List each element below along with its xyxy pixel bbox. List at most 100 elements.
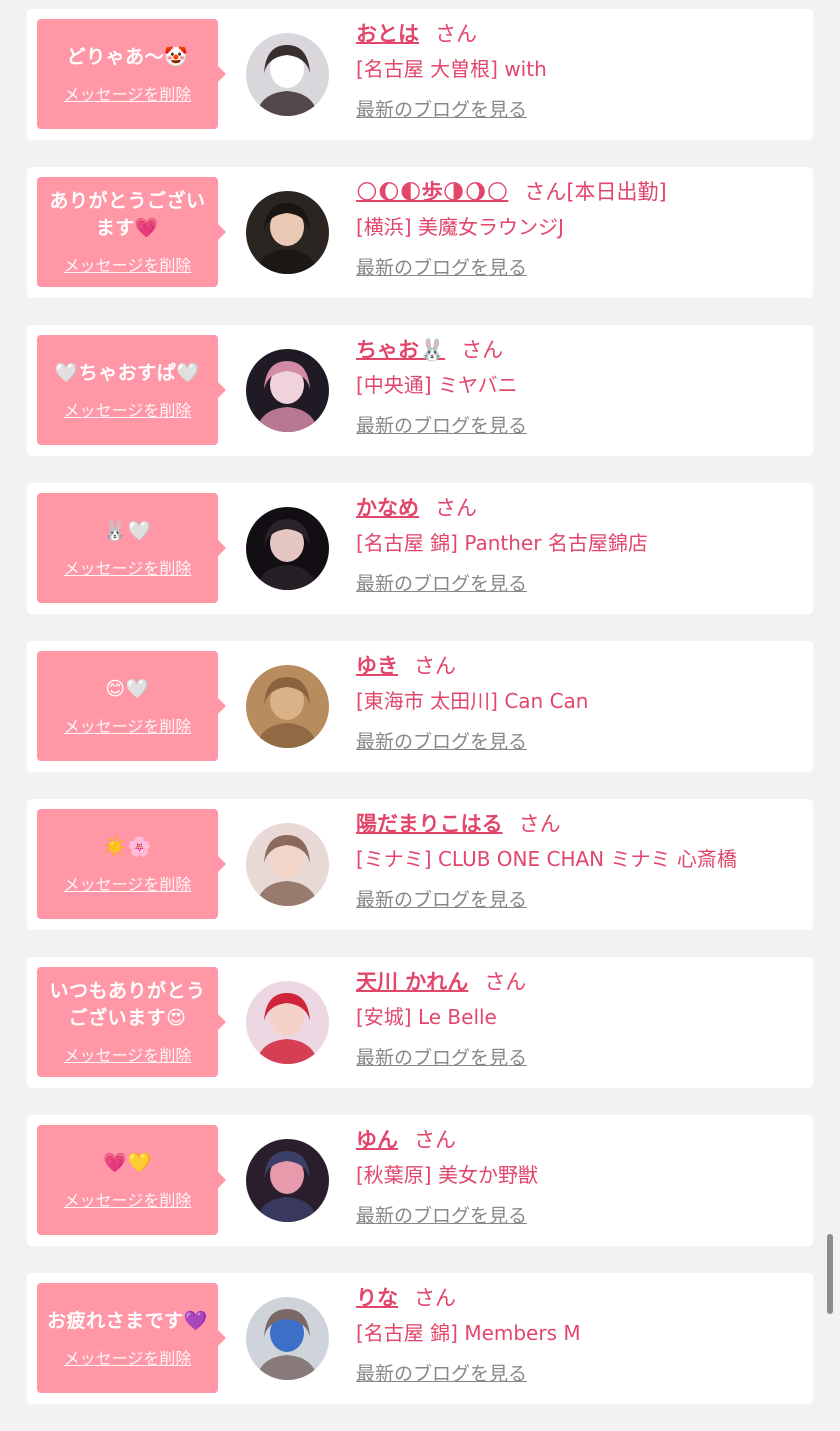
message-text: どりゃあ〜🤡	[66, 45, 189, 68]
shop-name: [安城] Le Belle	[356, 1005, 497, 1029]
shop-name: [ミナミ] CLUB ONE CHAN ミナミ 心斎橋	[356, 847, 737, 871]
avatar[interactable]	[246, 823, 329, 906]
delete-message-link[interactable]: メッセージを削除	[64, 713, 192, 737]
avatar-photo-icon	[246, 1297, 329, 1380]
scrollbar[interactable]	[827, 1234, 833, 1314]
sender-line: 陽だまりこはる さん	[356, 809, 803, 839]
message-card: ☀️🌸 メッセージを削除 陽だまりこはる さん [ミナミ] CLUB ONE CHAN …	[27, 799, 813, 930]
avatar-photo-icon	[246, 823, 329, 906]
avatar-photo-icon	[246, 33, 329, 116]
honorific: さん	[484, 970, 527, 994]
message-info: おとは さん [名古屋 大曽根] with 最新のブログを見る	[356, 19, 803, 123]
latest-blog-link[interactable]: 最新のブログを見る	[356, 887, 527, 913]
message-text: 💗💛	[103, 1151, 152, 1174]
latest-blog-link[interactable]: 最新のブログを見る	[356, 1361, 527, 1387]
message-info: ゆき さん [東海市 太田川] Can Can 最新のブログを見る	[356, 651, 803, 755]
message-card: 💗💛 メッセージを削除 ゆん さん [秋葉原] 美女か野獣 最新のブログを見る	[27, 1115, 813, 1246]
sender-name-link[interactable]: 🌕🌔🌓歩🌗🌖🌕	[356, 180, 508, 204]
shop-name: [秋葉原] 美女か野獣	[356, 1163, 538, 1187]
avatar-photo-icon	[246, 349, 329, 432]
message-text: 🐰🤍	[103, 519, 152, 542]
honorific: さん	[435, 496, 477, 520]
latest-blog-link[interactable]: 最新のブログを見る	[356, 1045, 527, 1071]
avatar[interactable]	[246, 981, 329, 1064]
sender-name-link[interactable]: りな	[356, 1286, 398, 1310]
honorific: さん	[414, 654, 456, 678]
latest-blog-link[interactable]: 最新のブログを見る	[356, 571, 527, 597]
latest-blog-link[interactable]: 最新のブログを見る	[356, 97, 527, 123]
shop-name: [名古屋 大曽根] with	[356, 57, 547, 81]
message-info: 天川 かれん さん [安城] Le Belle 最新のブログを見る	[356, 967, 803, 1071]
sender-name-link[interactable]: ゆん	[356, 1128, 398, 1152]
avatar-photo-icon	[246, 665, 329, 748]
sender-line: りな さん	[356, 1283, 803, 1313]
message-info: かなめ さん [名古屋 錦] Panther 名古屋錦店 最新のブログを見る	[356, 493, 803, 597]
honorific: さん	[518, 812, 561, 836]
sender-name-link[interactable]: ちゃお🐰	[356, 338, 445, 362]
delete-message-link[interactable]: メッセージを削除	[64, 1042, 192, 1066]
message-card: 🤍ちゃおすぱ🤍 メッセージを削除 ちゃお🐰 さん [中央通] ミヤバニ 最新のブログを見る	[27, 325, 813, 456]
sender-name-link[interactable]: かなめ	[356, 496, 419, 520]
message-card: 🐰🤍 メッセージを削除 かなめ さん [名古屋 錦] Panther 名古屋錦店 最新のブ…	[27, 483, 813, 614]
avatar[interactable]	[246, 1139, 329, 1222]
sender-line: ゆん さん	[356, 1125, 803, 1155]
shop-name: [東海市 太田川] Can Can	[356, 689, 589, 713]
delete-message-link[interactable]: メッセージを削除	[64, 555, 192, 579]
avatar[interactable]	[246, 191, 329, 274]
avatar[interactable]	[246, 33, 329, 116]
message-bubble: 🐰🤍 メッセージを削除	[37, 493, 226, 603]
message-text: ☀️🌸	[103, 835, 152, 858]
message-card: どりゃあ〜🤡 メッセージを削除 おとは さん [名古屋 大曽根] with 最新のブログを…	[27, 9, 813, 140]
message-text: 😊🤍	[105, 677, 150, 700]
avatar-photo-icon	[246, 507, 329, 590]
avatar[interactable]	[246, 665, 329, 748]
message-bubble: 💗💛 メッセージを削除	[37, 1125, 226, 1235]
latest-blog-link[interactable]: 最新のブログを見る	[356, 413, 527, 439]
message-bubble: ☀️🌸 メッセージを削除	[37, 809, 226, 919]
message-info: 🌕🌔🌓歩🌗🌖🌕 さん[本日出勤] [横浜] 美魔女ラウンジJ 最新のブログを見る	[356, 177, 803, 281]
message-text: お疲れさまです💜	[47, 1309, 208, 1332]
avatar-photo-icon	[246, 191, 329, 274]
message-info: りな さん [名古屋 錦] Members M 最新のブログを見る	[356, 1283, 803, 1387]
delete-message-link[interactable]: メッセージを削除	[64, 252, 192, 276]
sender-line: かなめ さん	[356, 493, 803, 523]
message-bubble: 😊🤍 メッセージを削除	[37, 651, 226, 761]
avatar-photo-icon	[246, 1139, 329, 1222]
honorific: さん	[461, 338, 504, 362]
sender-line: ゆき さん	[356, 651, 803, 681]
sender-name-link[interactable]: 陽だまりこはる	[356, 812, 503, 836]
avatar[interactable]	[246, 1297, 329, 1380]
message-text: 🤍ちゃおすぱ🤍	[54, 361, 201, 384]
avatar-photo-icon	[246, 981, 329, 1064]
latest-blog-link[interactable]: 最新のブログを見る	[356, 255, 527, 281]
shop-name: [横浜] 美魔女ラウンジJ	[356, 215, 564, 239]
message-list: どりゃあ〜🤡 メッセージを削除 おとはさん [名古屋 大曽根] with 最新のブログを…	[27, 9, 813, 1431]
latest-blog-link[interactable]: 最新のブログを見る	[356, 1203, 527, 1229]
shop-name: [名古屋 錦] Panther 名古屋錦店	[356, 531, 648, 555]
honorific: さん	[414, 1286, 456, 1310]
message-bubble: どりゃあ〜🤡 メッセージを削除	[37, 19, 226, 129]
avatar[interactable]	[246, 507, 329, 590]
message-info: ちゃお🐰 さん [中央通] ミヤバニ 最新のブログを見る	[356, 335, 803, 439]
sender-line: ちゃお🐰 さん	[356, 335, 803, 365]
message-info: ゆん さん [秋葉原] 美女か野獣 最新のブログを見る	[356, 1125, 803, 1229]
sender-name-link[interactable]: ゆき	[356, 654, 398, 678]
message-bubble: いつもありがとうございます😍 メッセージを削除	[37, 967, 226, 1077]
message-info: 陽だまりこはる さん [ミナミ] CLUB ONE CHAN ミナミ 心斎橋 最新のブ…	[356, 809, 803, 913]
honorific: さん	[524, 180, 567, 204]
message-bubble: 🤍ちゃおすぱ🤍 メッセージを削除	[37, 335, 226, 445]
avatar[interactable]	[246, 349, 329, 432]
delete-message-link[interactable]: メッセージを削除	[64, 1345, 192, 1369]
delete-message-link[interactable]: メッセージを削除	[64, 397, 192, 421]
delete-message-link[interactable]: メッセージを削除	[64, 1187, 192, 1211]
sender-name-link[interactable]: おとは	[356, 22, 419, 46]
message-text: ありがとうございます💗	[49, 190, 206, 239]
shop-name: [名古屋 錦] Members M	[356, 1321, 581, 1345]
shop-name: [中央通] ミヤバニ	[356, 373, 518, 397]
latest-blog-link[interactable]: 最新のブログを見る	[356, 729, 527, 755]
delete-message-link[interactable]: メッセージを削除	[64, 81, 192, 105]
sender-status: [本日出勤]	[566, 180, 667, 204]
delete-message-link[interactable]: メッセージを削除	[64, 871, 192, 895]
sender-name-link[interactable]: 天川 かれん	[356, 970, 468, 994]
message-card: お疲れさまです💜 メッセージを削除 りな さん [名古屋 錦] Members M 最新の…	[27, 1273, 813, 1404]
